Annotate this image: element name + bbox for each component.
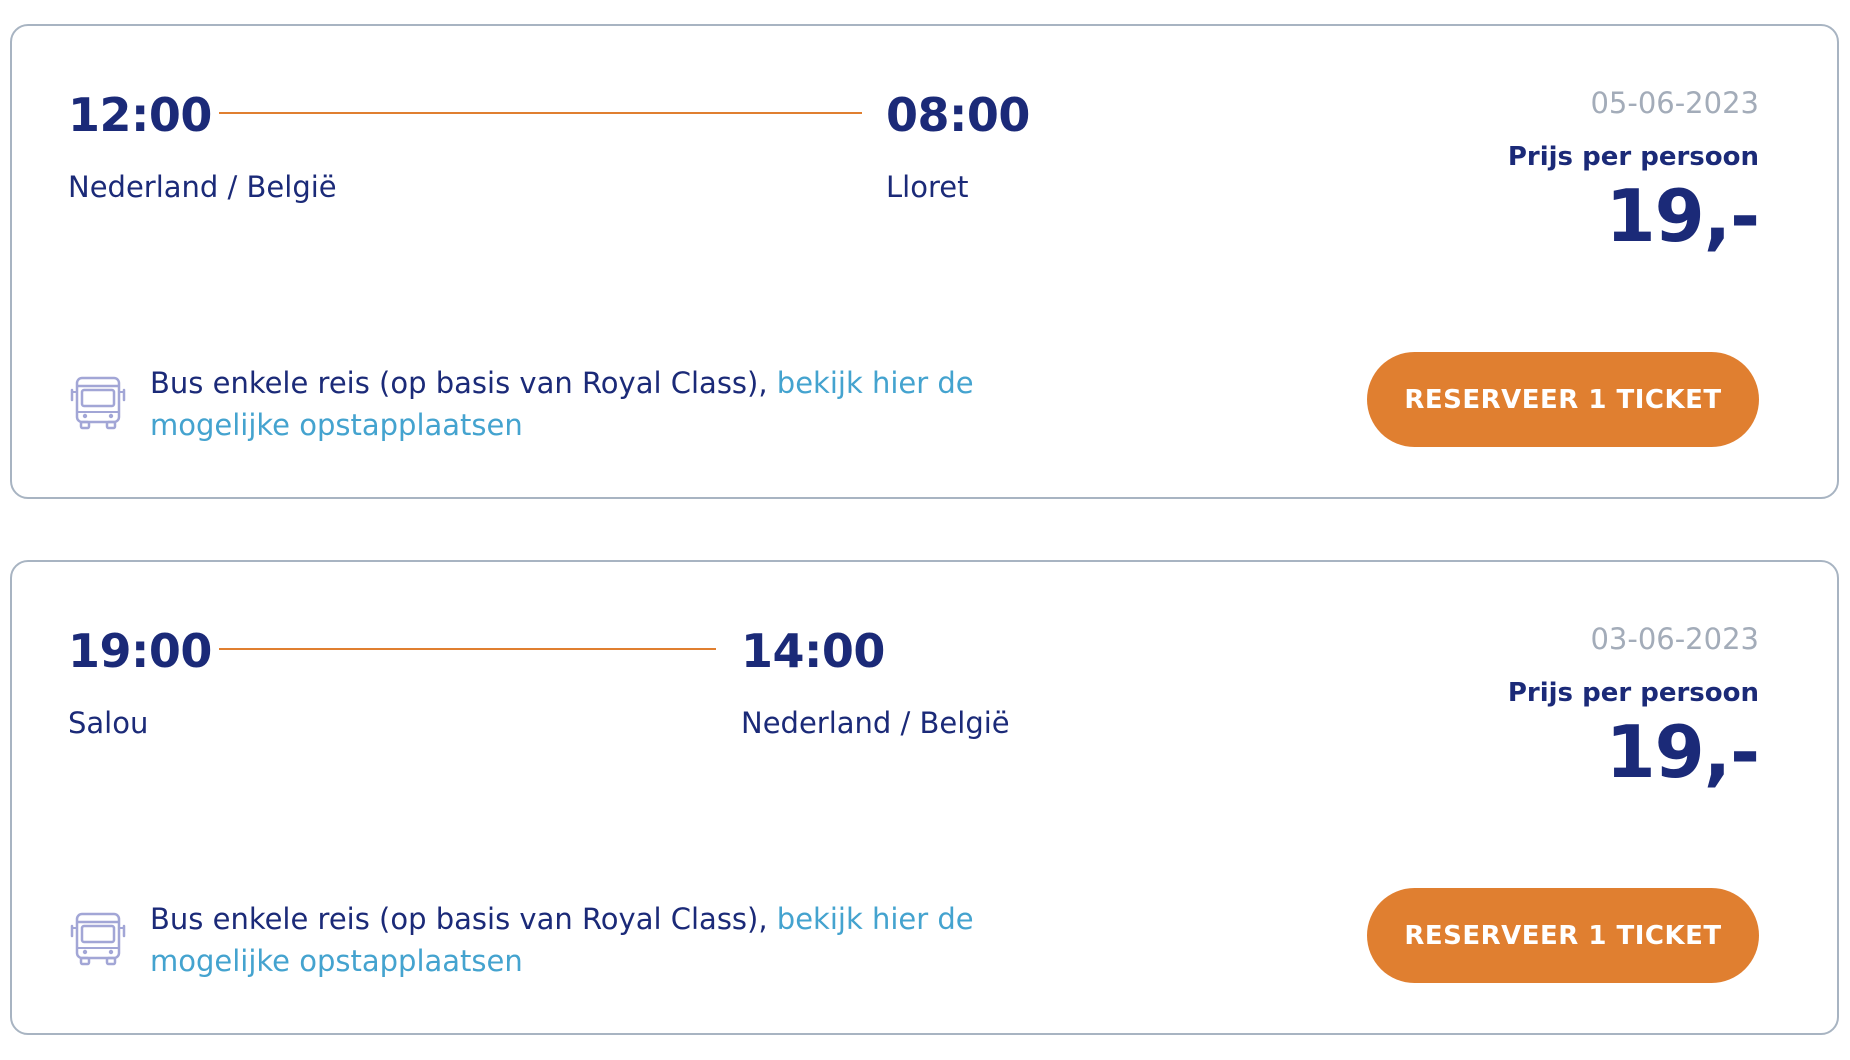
bus-icon: [70, 376, 126, 430]
trip-description: Bus enkele reis (op basis van Royal Clas…: [150, 898, 1010, 982]
bus-icon: [70, 912, 126, 966]
trip-date: 03-06-2023: [1590, 622, 1759, 656]
arrival-time: 14:00: [741, 624, 885, 678]
price-value: 19,-: [1605, 710, 1760, 794]
arrival-place: Lloret: [886, 170, 969, 204]
route-line: [219, 648, 716, 650]
arrival-time: 08:00: [886, 88, 1030, 142]
departure-time: 19:00: [68, 624, 212, 678]
trip-date: 05-06-2023: [1590, 86, 1759, 120]
reserve-ticket-button[interactable]: RESERVEER 1 TICKET: [1367, 352, 1759, 447]
description-text: Bus enkele reis (op basis van Royal Clas…: [150, 902, 768, 936]
route-line: [219, 112, 862, 114]
trip-card: 12:00 08:00 Nederland / België Lloret 05…: [10, 24, 1839, 499]
departure-time: 12:00: [68, 88, 212, 142]
description-text: Bus enkele reis (op basis van Royal Clas…: [150, 366, 768, 400]
departure-place: Salou: [68, 706, 149, 740]
price-label: Prijs per persoon: [1507, 678, 1759, 708]
price-value: 19,-: [1605, 174, 1760, 258]
trip-description: Bus enkele reis (op basis van Royal Clas…: [150, 362, 1010, 446]
arrival-place: Nederland / België: [741, 706, 1010, 740]
trip-card: 19:00 14:00 Salou Nederland / België 03-…: [10, 560, 1839, 1035]
reserve-ticket-button[interactable]: RESERVEER 1 TICKET: [1367, 888, 1759, 983]
price-label: Prijs per persoon: [1507, 142, 1759, 172]
departure-place: Nederland / België: [68, 170, 337, 204]
